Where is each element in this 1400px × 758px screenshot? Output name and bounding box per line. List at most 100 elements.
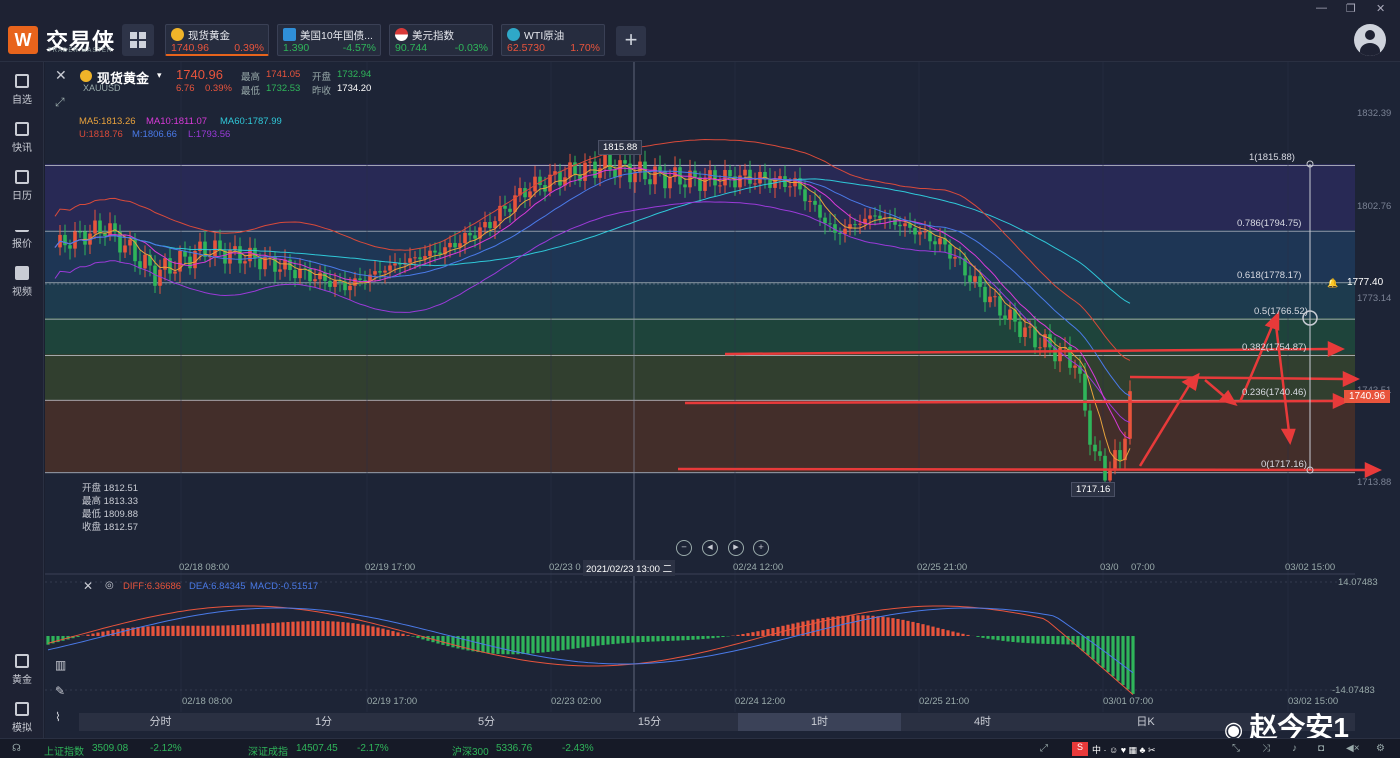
minimize-icon[interactable]: — <box>1316 2 1327 14</box>
instrument-code: XAUUSD <box>83 83 121 93</box>
macd-bar <box>776 626 780 636</box>
ohlc-label: 最高 <box>82 496 102 507</box>
close-window-icon[interactable]: ✕ <box>1376 2 1385 15</box>
index-value: 14507.45 <box>296 743 338 754</box>
scroll-left-button[interactable]: ◀ <box>702 540 718 556</box>
candle-body <box>873 215 877 217</box>
close-chart-icon[interactable]: ✕ <box>55 67 67 84</box>
index-name[interactable]: 上证指数 <box>44 743 84 758</box>
shuffle-icon[interactable]: ⤨ <box>1262 743 1270 754</box>
chart-area[interactable]: ✕ 现货黄金 ▾ XAUUSD 1740.96 6.76 0.39% 最高 17… <box>45 62 1400 738</box>
sidebar-item-quotes[interactable]: 报价 <box>0 218 44 250</box>
headset-icon[interactable]: ☊ <box>12 743 21 754</box>
tab-timeframe[interactable]: 日K <box>1064 713 1227 731</box>
candle-body <box>373 271 377 275</box>
bell-icon[interactable]: ♪ <box>1292 743 1297 754</box>
macd-bar <box>251 624 255 636</box>
candle-body <box>1073 365 1077 368</box>
ticker-price: 90.744 <box>395 42 428 54</box>
ohlc-value: 1812.51 <box>103 483 138 494</box>
sidebar-item-watchlist[interactable]: 自选 <box>0 74 44 106</box>
scroll-right-button[interactable]: ▶ <box>728 540 744 556</box>
settings-icon[interactable]: ◎ <box>105 580 114 591</box>
zoom-in-button[interactable]: + <box>753 540 769 556</box>
gold-coin-icon <box>171 28 184 41</box>
tab-timeframe[interactable]: 15分 <box>568 713 731 731</box>
macd-bar <box>741 634 745 636</box>
x-axis-label: 02/19 17:00 <box>365 562 416 573</box>
ticker-gold[interactable]: 现货黄金 1740.96 0.39% <box>165 24 269 56</box>
sidebar-item-calendar[interactable]: 日历 <box>0 170 44 202</box>
tab-timeframe[interactable]: 4时 <box>901 713 1064 731</box>
macd-bar <box>401 633 405 636</box>
tab-timeframe[interactable]: 1分 <box>242 713 405 731</box>
zoom-out-button[interactable]: − <box>676 540 692 556</box>
candle-body <box>818 204 822 218</box>
ime-tray-icons[interactable]: 中 · ☺ ♥ ▦ ♣ ✂ <box>1092 743 1155 756</box>
tab-timeframe[interactable]: 分时 <box>79 713 242 731</box>
instrument-change-pct: 0.39% <box>205 83 232 94</box>
ticker-dxy[interactable]: 美元指数 90.744 -0.03% <box>389 24 493 56</box>
indicator-icon[interactable]: ▥ <box>55 658 66 672</box>
candle-body <box>333 280 337 287</box>
grid-layout-button[interactable] <box>122 24 154 56</box>
candle-body <box>73 231 77 249</box>
ime-icon[interactable]: S <box>1072 742 1088 756</box>
maximize-icon[interactable]: ❐ <box>1346 2 1356 15</box>
user-avatar[interactable] <box>1354 24 1386 56</box>
ma5-label: MA5:1813.26 <box>79 116 136 127</box>
tab-timeframe-active[interactable]: 1时 <box>738 713 901 731</box>
macd-x-label: 02/18 08:00 <box>182 696 233 707</box>
sidebar-item-demo[interactable]: 模拟 <box>0 702 44 734</box>
macd-bar <box>306 621 310 636</box>
fullscreen-icon[interactable]: ⤡ <box>1232 743 1240 754</box>
ticker-wti[interactable]: WTI原油 62.5730 1.70% <box>501 24 605 56</box>
candle-body <box>318 272 322 280</box>
camera-icon[interactable]: ◘ <box>1318 743 1324 754</box>
macd-bar <box>206 625 210 636</box>
settings-icon[interactable]: ⚙ <box>1376 743 1385 754</box>
macd-bar <box>361 624 365 636</box>
sidebar-item-label: 视频 <box>12 287 32 298</box>
macd-bar <box>151 626 155 636</box>
sidebar-item-label: 自选 <box>12 95 32 106</box>
ticker-us10y[interactable]: 美国10年国债... 1.390 -4.57% <box>277 24 381 56</box>
macd-bar <box>956 632 960 636</box>
add-ticker-button[interactable]: + <box>616 26 646 56</box>
mute-icon[interactable]: ◀× <box>1346 743 1360 754</box>
macd-bar <box>286 621 290 636</box>
pin-icon[interactable]: ⤢ <box>1040 743 1048 754</box>
close-indicator-icon[interactable]: ✕ <box>83 579 93 593</box>
dropdown-icon[interactable]: ▾ <box>157 70 162 81</box>
macd-bar <box>816 618 820 636</box>
news-icon <box>15 122 29 136</box>
index-name[interactable]: 沪深300 <box>452 743 489 758</box>
x-axis-label: 02/23 0 <box>549 562 581 573</box>
macd-bar <box>951 631 955 636</box>
sidebar-item-video[interactable]: 视频 <box>0 266 44 298</box>
sidebar-item-news[interactable]: 快讯 <box>0 122 44 154</box>
macd-bar <box>751 632 755 636</box>
tab-timeframe[interactable]: 5分 <box>405 713 568 731</box>
video-icon <box>15 266 29 280</box>
macd-bar <box>1041 636 1045 644</box>
sidebar-item-label: 报价 <box>12 239 32 250</box>
alarm-bell-icon[interactable]: 🔔 <box>1327 278 1338 289</box>
draw-pen-icon[interactable]: ✎ <box>55 684 65 698</box>
line-chart-icon[interactable]: ⌇ <box>55 710 61 724</box>
macd-bar <box>1131 636 1135 694</box>
oil-drop-icon <box>507 28 520 41</box>
candle-body <box>388 265 392 271</box>
candle-body <box>473 235 477 239</box>
prev-close-label: 昨收 <box>312 86 332 97</box>
index-name[interactable]: 深证成指 <box>248 743 288 758</box>
chart-canvas[interactable] <box>45 62 1400 738</box>
price-axis-label: 1802.76 <box>1357 201 1392 212</box>
wallet-icon <box>15 702 29 716</box>
candle-body <box>813 200 817 205</box>
pin-icon[interactable]: ⤢ <box>55 95 65 110</box>
candle-body <box>528 191 532 198</box>
macd-bar <box>161 625 165 636</box>
sidebar-item-gold[interactable]: 黄金 <box>0 654 44 686</box>
macd-bar <box>276 622 280 636</box>
